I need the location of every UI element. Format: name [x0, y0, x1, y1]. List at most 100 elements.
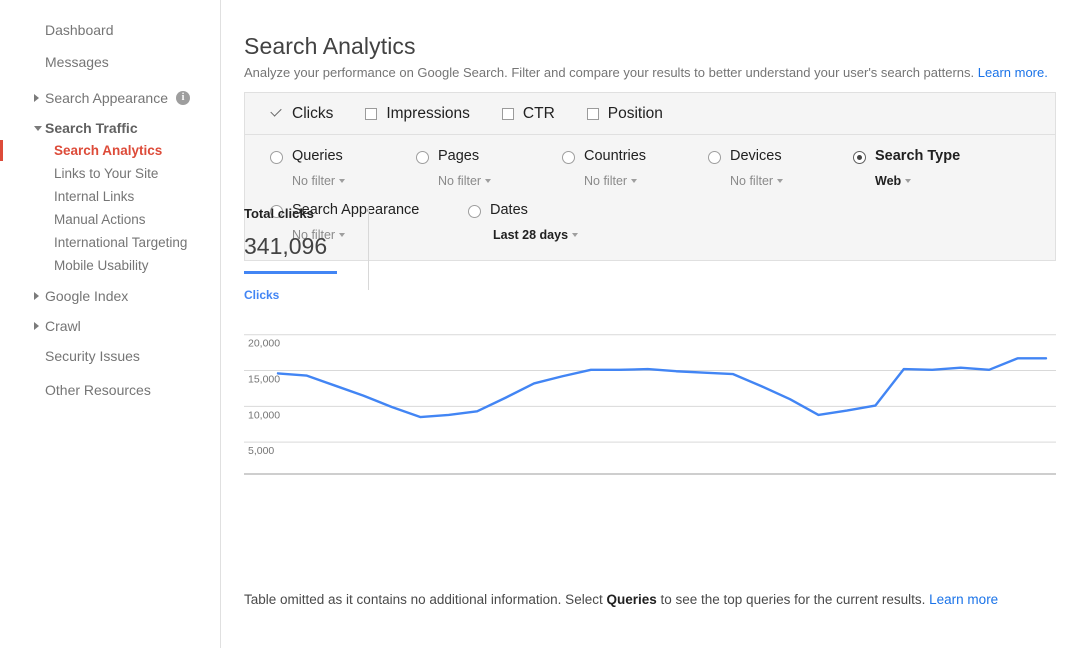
sidebar-item-international-targeting[interactable]: International Targeting	[0, 231, 221, 254]
sidebar-item-messages[interactable]: Messages	[0, 48, 109, 76]
filter-label: Queries	[292, 148, 343, 164]
chevron-down-icon	[339, 232, 346, 237]
sidebar-item-label: Crawl	[45, 318, 81, 334]
chevron-down-icon	[631, 178, 638, 183]
note-bold-word: Queries	[606, 591, 657, 607]
totals-section: Total clicks 341,096	[244, 206, 369, 290]
filter-value-dropdown[interactable]: Last 28 days	[493, 228, 579, 242]
filter-value-dropdown[interactable]: No filter	[292, 174, 346, 188]
total-clicks-underline	[244, 271, 337, 274]
radio-icon[interactable]	[708, 151, 721, 164]
chevron-down-icon	[572, 232, 579, 237]
chevron-right-icon	[34, 94, 39, 102]
sidebar-item-search-traffic[interactable]: Search Traffic	[0, 114, 138, 142]
sidebar-item-mobile-usability[interactable]: Mobile Usability	[0, 254, 221, 277]
filter-value-dropdown[interactable]: No filter	[438, 174, 492, 188]
metric-label: Impressions	[386, 104, 470, 122]
filter-value-text: No filter	[730, 174, 774, 188]
radio-icon[interactable]	[270, 151, 283, 164]
chevron-down-icon	[777, 178, 784, 183]
filter-value-dropdown[interactable]: Web	[875, 174, 912, 188]
filter-label: Devices	[730, 148, 782, 164]
checkbox-icon	[586, 107, 599, 120]
sidebar-item-crawl[interactable]: Crawl	[0, 312, 81, 340]
filter-panel: Clicks Impressions CTR Position Queries …	[244, 92, 1056, 261]
chevron-down-icon	[339, 178, 346, 183]
sidebar-subnav-search-traffic: Search Analytics Links to Your Site Inte…	[0, 139, 221, 277]
chevron-right-icon	[34, 292, 39, 300]
note-text-after: to see the top queries for the current r…	[656, 591, 930, 607]
sidebar: Dashboard Messages Search Appearance i S…	[0, 0, 221, 648]
chevron-down-icon	[905, 178, 912, 183]
filter-dimension-rows: Queries No filter Pages No filter Countr…	[245, 135, 1055, 260]
main-content: Search Analytics Analyze your performanc…	[221, 0, 1090, 648]
table-note-learn-more-link[interactable]: Learn more	[929, 592, 998, 607]
filter-value-text: Web	[875, 174, 902, 188]
metric-label: Position	[607, 104, 663, 122]
filter-label: Countries	[584, 148, 647, 164]
total-clicks-value: 341,096	[244, 233, 328, 259]
sidebar-item-label: Dashboard	[45, 22, 114, 38]
sidebar-item-internal-links[interactable]: Internal Links	[0, 185, 221, 208]
filter-label: Search Type	[875, 148, 961, 164]
radio-icon[interactable]	[416, 151, 429, 164]
chevron-down-icon	[485, 178, 492, 183]
sidebar-item-other-resources[interactable]: Other Resources	[0, 376, 151, 404]
sidebar-item-links-to-your-site[interactable]: Links to Your Site	[0, 162, 221, 185]
metric-checkbox-impressions[interactable]: Impressions	[365, 105, 470, 123]
totals-divider	[368, 206, 369, 290]
metric-label: Clicks	[292, 104, 334, 122]
filter-value-text: No filter	[438, 174, 482, 188]
clicks-chart: Clicks 20,000 15,000 10,000 5,000	[244, 288, 1056, 478]
radio-icon[interactable]	[468, 205, 481, 218]
sidebar-item-security-issues[interactable]: Security Issues	[0, 342, 140, 370]
metric-checkbox-clicks[interactable]: Clicks	[270, 105, 333, 123]
total-clicks-card[interactable]: Total clicks 341,096	[244, 206, 337, 274]
metric-checkbox-ctr[interactable]: CTR	[501, 104, 555, 123]
radio-icon-selected[interactable]	[853, 151, 866, 164]
sidebar-item-label: Messages	[45, 54, 109, 70]
chart-y-tick-label: 20,000	[248, 338, 280, 350]
sidebar-item-label: Internal Links	[54, 189, 135, 204]
metric-label: CTR	[522, 104, 555, 122]
chart-y-tick-label: 10,000	[248, 409, 280, 421]
sidebar-item-search-appearance[interactable]: Search Appearance i	[0, 84, 190, 112]
filter-value-dropdown[interactable]: No filter	[584, 174, 638, 188]
sidebar-item-search-analytics[interactable]: Search Analytics	[0, 139, 221, 162]
note-text-before: Table omitted as it contains no addition…	[244, 591, 607, 607]
chart-series-line	[276, 357, 1048, 419]
sidebar-item-manual-actions[interactable]: Manual Actions	[0, 208, 221, 231]
sidebar-item-label: Search Appearance	[45, 90, 168, 106]
filter-value-dropdown[interactable]: No filter	[730, 174, 784, 188]
sidebar-item-label: International Targeting	[54, 235, 188, 250]
active-indicator-bar	[0, 140, 3, 161]
chevron-down-icon	[34, 125, 42, 131]
check-icon	[270, 107, 283, 120]
chart-series-label: Clicks	[244, 288, 280, 302]
sidebar-item-label: Search Traffic	[45, 120, 138, 136]
sidebar-item-dashboard[interactable]: Dashboard	[0, 16, 114, 44]
chart-y-tick-label: 15,000	[248, 374, 280, 386]
chevron-right-icon	[34, 322, 39, 330]
sidebar-item-label: Links to Your Site	[54, 166, 159, 181]
checkbox-icon	[501, 107, 514, 120]
learn-more-link[interactable]: Learn more.	[978, 65, 1048, 80]
info-icon[interactable]: i	[175, 91, 190, 105]
sidebar-item-label: Other Resources	[45, 382, 151, 398]
sidebar-item-label: Mobile Usability	[54, 258, 149, 273]
filter-label: Pages	[438, 148, 480, 164]
table-omitted-note: Table omitted as it contains no addition…	[244, 592, 998, 607]
sidebar-item-label: Search Analytics	[54, 143, 163, 158]
radio-icon[interactable]	[562, 151, 575, 164]
checkbox-icon	[365, 107, 378, 120]
chart-canvas[interactable]: 20,000 15,000 10,000 5,000	[244, 310, 1056, 475]
filter-row-secondary: Search Appearance No filter Dates Last 2…	[245, 202, 1055, 246]
sidebar-item-google-index[interactable]: Google Index	[0, 282, 128, 310]
page-title: Search Analytics	[244, 33, 416, 60]
sidebar-item-label: Security Issues	[45, 348, 140, 364]
filter-value-text: Last 28 days	[493, 228, 569, 242]
sidebar-item-label: Manual Actions	[54, 212, 146, 227]
filter-value-text: No filter	[584, 174, 628, 188]
metric-checkbox-position[interactable]: Position	[586, 104, 663, 123]
chart-y-tick-label: 5,000	[248, 445, 274, 457]
